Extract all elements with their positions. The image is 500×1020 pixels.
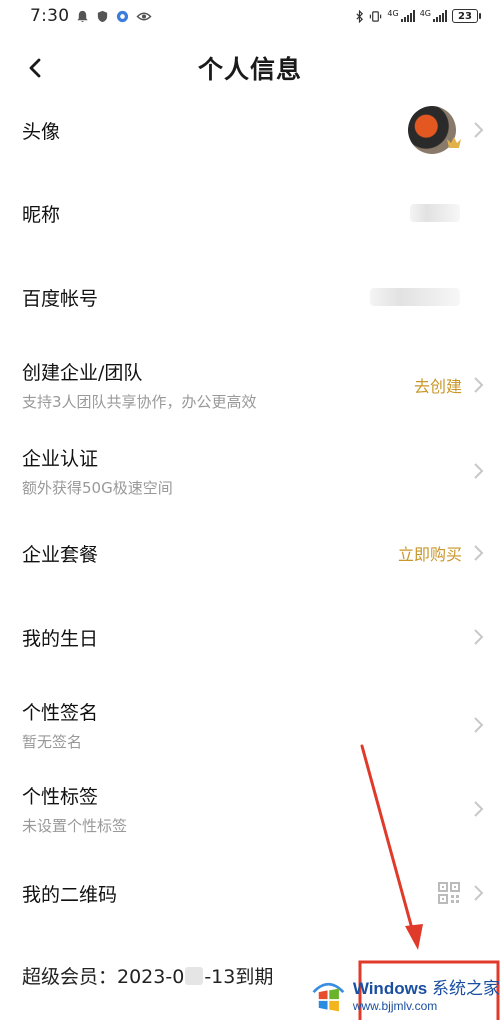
row-label: 百度帐号 bbox=[22, 287, 99, 310]
vip-date-blurred bbox=[185, 966, 204, 985]
row-avatar-text: 头像 bbox=[22, 117, 60, 144]
row-create-team[interactable]: 创建企业/团队 支持3人团队共享协作，办公更高效 去创建 bbox=[0, 354, 500, 416]
net-label-1: 4G bbox=[387, 9, 399, 18]
row-birthday[interactable]: 我的生日 bbox=[0, 610, 500, 664]
row-create-team-text: 创建企业/团队 支持3人团队共享协作，办公更高效 bbox=[22, 358, 257, 412]
watermark-brand: Windows bbox=[352, 978, 428, 998]
row-sublabel: 未设置个性标签 bbox=[22, 817, 128, 835]
net-label-2: 4G bbox=[419, 9, 431, 18]
app-globe-icon bbox=[117, 10, 129, 22]
chevron-right-icon bbox=[474, 629, 484, 645]
row-baidu-account-text: 百度帐号 bbox=[22, 284, 98, 311]
row-tags-text: 个性标签 未设置个性标签 bbox=[22, 782, 127, 836]
row-sublabel: 额外获得50G极速空间 bbox=[22, 479, 173, 497]
nav-header: 个人信息 bbox=[0, 40, 500, 96]
bluetooth-icon bbox=[356, 9, 364, 23]
row-enterprise-cert[interactable]: 企业认证 额外获得50G极速空间 bbox=[0, 440, 500, 502]
row-nickname-text: 昵称 bbox=[22, 200, 60, 227]
watermark-text: Windows 系统之家 www.bjjmlv.com bbox=[353, 974, 500, 1013]
nickname-value-blurred bbox=[410, 204, 460, 222]
signal-icon-1 bbox=[400, 10, 415, 22]
row-enterprise-cert-text: 企业认证 额外获得50G极速空间 bbox=[22, 444, 173, 498]
row-label: 企业套餐 bbox=[22, 543, 99, 566]
annotation-arrowhead-icon bbox=[405, 924, 423, 950]
row-enterprise-plan[interactable]: 企业套餐 立即购买 bbox=[0, 526, 500, 580]
row-label: 个性签名 bbox=[22, 702, 99, 724]
row-qrcode[interactable]: 我的二维码 bbox=[0, 866, 500, 920]
watermark-brand-cn: 系统之家 bbox=[432, 978, 500, 998]
notification-bell-icon bbox=[77, 10, 88, 22]
watermark-url: www.bjjmlv.com bbox=[352, 998, 438, 1013]
row-tags[interactable]: 个性标签 未设置个性标签 bbox=[0, 778, 500, 840]
account-value-blurred bbox=[370, 288, 460, 306]
vip-expiry-suffix: -13到期 bbox=[204, 966, 274, 988]
row-signature[interactable]: 个性签名 暂无签名 bbox=[0, 694, 500, 756]
chevron-right-icon bbox=[474, 463, 484, 479]
vip-expiry: 超级会员：2023-0 -13到期 bbox=[22, 962, 273, 989]
row-sublabel: 支持3人团队共享协作，办公更高效 bbox=[22, 393, 257, 411]
status-time: 7:30 bbox=[30, 6, 70, 26]
chevron-right-icon bbox=[474, 801, 484, 817]
vip-expiry-prefix: 超级会员：2023-0 bbox=[22, 966, 185, 988]
row-baidu-account[interactable]: 百度帐号 bbox=[0, 270, 500, 324]
row-nickname[interactable]: 昵称 bbox=[0, 186, 500, 240]
status-right: 4G 4G 23 bbox=[355, 9, 481, 23]
row-sublabel: 暂无签名 bbox=[22, 733, 83, 751]
battery-icon: 23 bbox=[452, 9, 481, 23]
chevron-right-icon bbox=[474, 545, 484, 561]
row-label: 企业认证 bbox=[22, 448, 99, 470]
row-avatar[interactable]: 头像 bbox=[0, 100, 500, 160]
qr-code-icon bbox=[438, 882, 460, 904]
vip-crown-icon bbox=[447, 137, 461, 148]
page-title: 个人信息 bbox=[197, 55, 302, 84]
row-label: 个性标签 bbox=[22, 786, 99, 808]
row-label: 头像 bbox=[22, 120, 61, 143]
shield-icon bbox=[98, 10, 108, 22]
watermark-brand-line: Windows 系统之家 bbox=[353, 974, 500, 999]
chevron-right-icon bbox=[474, 377, 484, 393]
windows-logo-icon bbox=[312, 982, 345, 1012]
row-label: 创建企业/团队 bbox=[22, 362, 143, 384]
signal-icon-2 bbox=[433, 10, 447, 22]
vibrate-icon bbox=[370, 10, 382, 22]
row-signature-text: 个性签名 暂无签名 bbox=[22, 698, 98, 752]
buy-now-action[interactable]: 立即购买 bbox=[398, 541, 462, 565]
chevron-right-icon bbox=[474, 122, 484, 138]
back-arrow-icon[interactable] bbox=[22, 54, 50, 82]
row-label: 我的生日 bbox=[22, 627, 99, 650]
row-qrcode-text: 我的二维码 bbox=[22, 880, 117, 907]
row-label: 昵称 bbox=[22, 203, 61, 226]
chevron-right-icon bbox=[474, 717, 484, 733]
status-left: 7:30 bbox=[30, 6, 152, 26]
eye-icon bbox=[136, 12, 152, 20]
row-label: 我的二维码 bbox=[22, 883, 118, 906]
create-team-action[interactable]: 去创建 bbox=[414, 373, 462, 397]
row-enterprise-plan-text: 企业套餐 bbox=[22, 540, 98, 567]
watermark: Windows 系统之家 www.bjjmlv.com bbox=[310, 966, 500, 1020]
status-bar: 7:30 4G 4G 23 bbox=[0, 0, 500, 32]
row-birthday-text: 我的生日 bbox=[22, 624, 98, 651]
chevron-right-icon bbox=[474, 885, 484, 901]
